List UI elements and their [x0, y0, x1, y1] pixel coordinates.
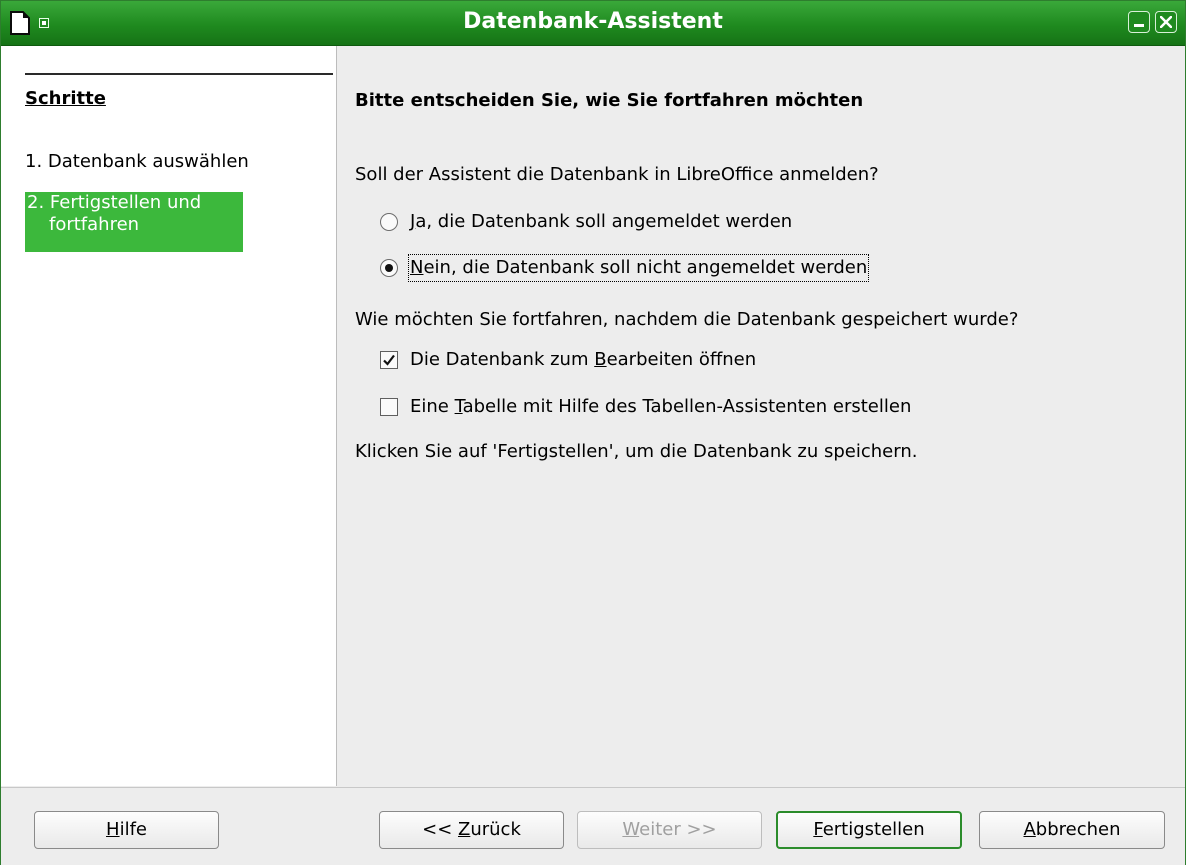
sidebar-item-finish-and-continue[interactable]: 2. Fertigstellen und fortfahren	[25, 192, 243, 252]
radio-button-selected[interactable]	[380, 259, 398, 277]
back-button[interactable]: << Zurück	[379, 811, 564, 849]
create-table-label[interactable]: Eine Tabelle mit Hilfe des Tabellen-Assi…	[410, 395, 911, 419]
main-panel: Bitte entscheiden Sie, wie Sie fortfahre…	[337, 46, 1185, 786]
title-bar[interactable]: Datenbank-Assistent	[1, 1, 1185, 46]
checkbox-unchecked[interactable]	[380, 398, 398, 416]
steps-heading: Schritte	[25, 88, 106, 109]
cancel-button[interactable]: Abbrechen	[979, 811, 1165, 849]
help-button[interactable]: Hilfe	[34, 811, 219, 849]
step-label-line1: 2. Fertigstellen und	[27, 192, 202, 213]
open-for-editing-label[interactable]: Die Datenbank zum Bearbeiten öffnen	[410, 348, 756, 372]
page-title: Bitte entscheiden Sie, wie Sie fortfahre…	[355, 90, 864, 111]
check-icon	[383, 354, 395, 366]
dialog-window: Datenbank-Assistent Schritte 1. Datenban…	[0, 0, 1186, 865]
sidebar-item-select-database[interactable]: 1. Datenbank auswählen	[25, 151, 249, 173]
continue-question: Wie möchten Sie fortfahren, nachdem die …	[355, 309, 1019, 330]
sidebar-divider	[25, 73, 333, 75]
button-bar: Hilfe << Zurück Weiter >> Fertigstellen …	[1, 787, 1185, 865]
step-label: 1. Datenbank auswählen	[25, 151, 249, 172]
finish-button[interactable]: Fertigstellen	[776, 811, 962, 849]
steps-sidebar: Schritte 1. Datenbank auswählen 2. Ferti…	[1, 46, 337, 786]
step-label-line2: fortfahren	[49, 214, 140, 235]
window-title: Datenbank-Assistent	[463, 9, 723, 34]
register-yes-label[interactable]: Ja, die Datenbank soll angemeldet werden	[410, 210, 792, 234]
register-question: Soll der Assistent die Datenbank in Libr…	[355, 164, 879, 185]
close-icon[interactable]	[1155, 11, 1177, 33]
radio-button[interactable]	[380, 213, 398, 231]
finish-note: Klicken Sie auf 'Fertigstellen', um die …	[355, 441, 918, 462]
checkbox-checked[interactable]	[380, 351, 398, 369]
minimize-icon[interactable]	[1128, 11, 1150, 33]
next-button[interactable]: Weiter >>	[577, 811, 762, 849]
register-no-label[interactable]: Nein, die Datenbank soll nicht angemelde…	[407, 254, 870, 282]
